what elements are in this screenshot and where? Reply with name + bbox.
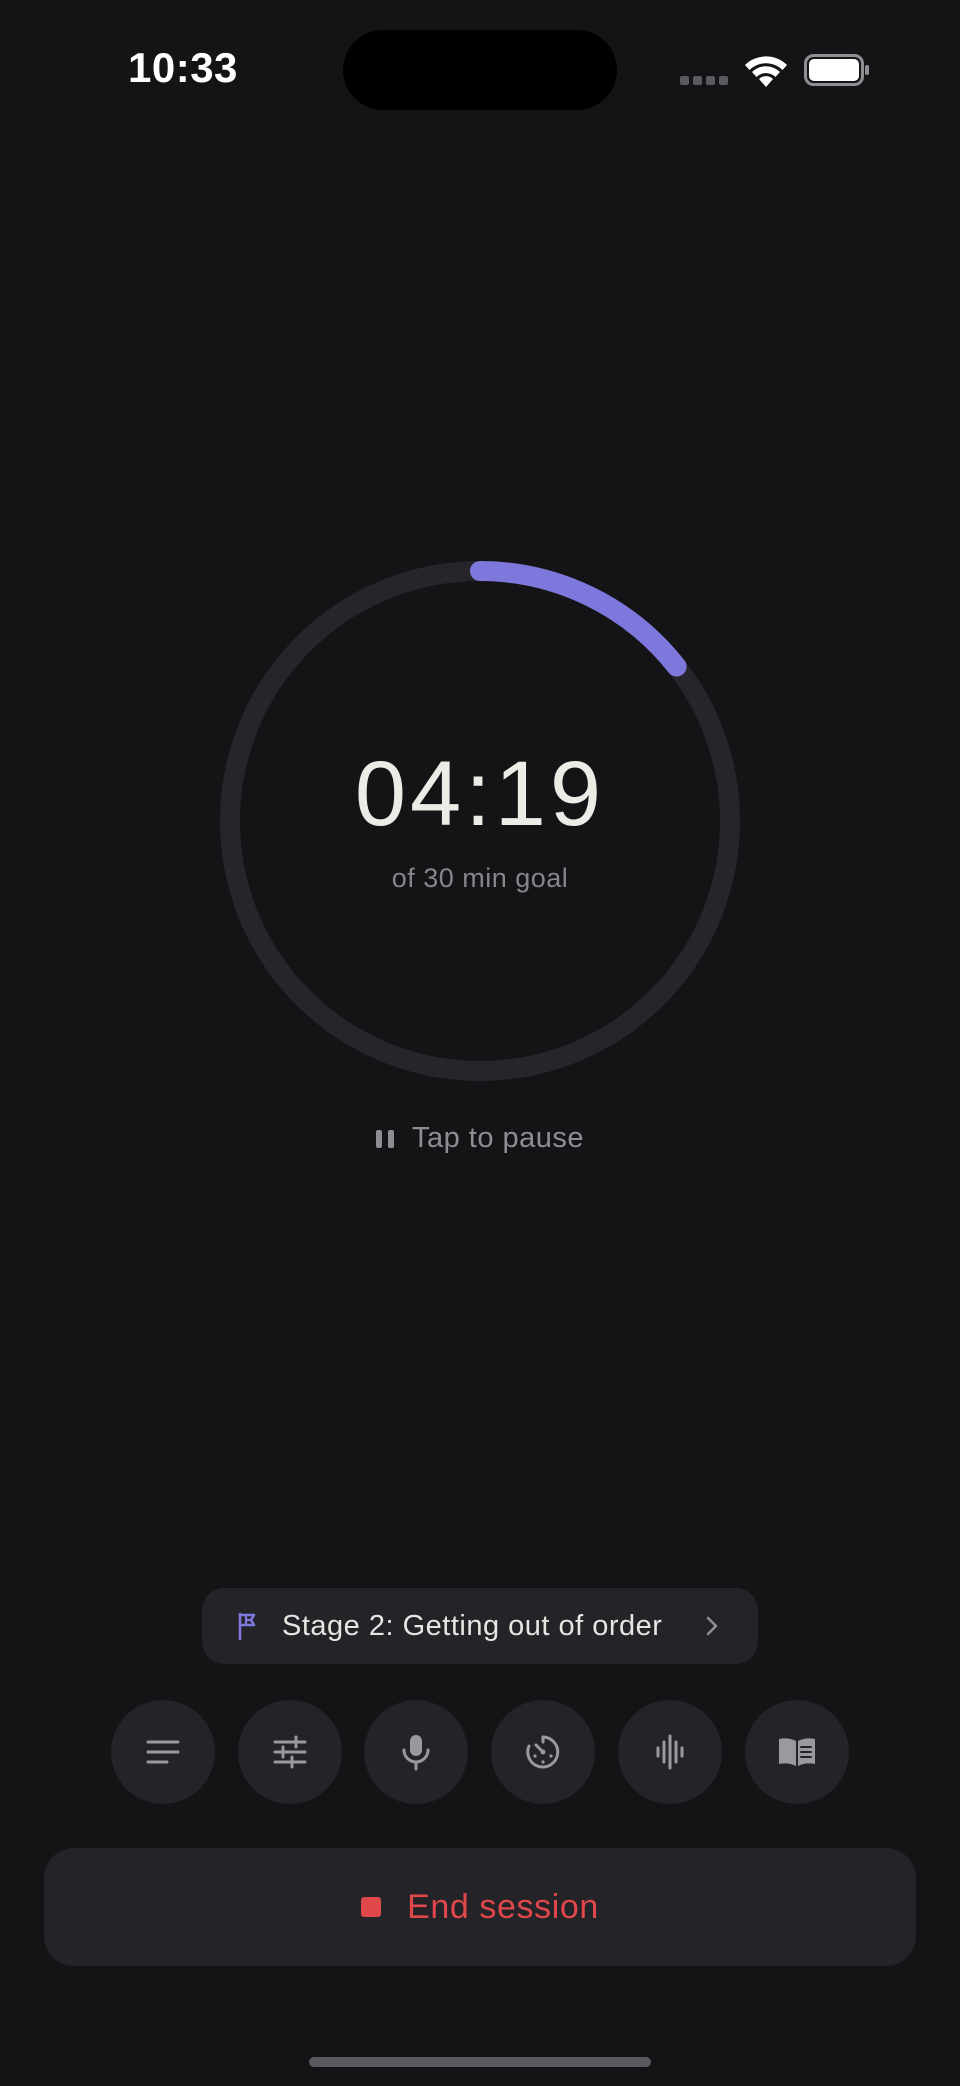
- lines-icon: [146, 1740, 180, 1764]
- status-time: 10:33: [128, 44, 238, 91]
- pause-icon: [375, 1129, 394, 1149]
- notes-button[interactable]: [111, 1700, 215, 1804]
- timer-ring[interactable]: 04:19 of 30 min goal: [218, 559, 742, 1083]
- audio-button[interactable]: [618, 1700, 722, 1804]
- end-session-label: End session: [407, 1887, 599, 1926]
- dynamic-island: [343, 30, 617, 110]
- microphone-icon: [402, 1735, 430, 1771]
- timer-screen: 10:33 04:19 of 30 min goal Tap to pause …: [0, 0, 960, 2086]
- stage-label: Stage 2: Getting out of order: [282, 1609, 663, 1642]
- flag-icon: [238, 1612, 256, 1641]
- timer-dial-icon: [526, 1735, 560, 1769]
- sliders-icon: [273, 1735, 307, 1769]
- pause-label: Tap to pause: [411, 1122, 585, 1154]
- cellular-signal-icon: [680, 76, 728, 86]
- chevron-right-icon: [706, 1616, 718, 1636]
- guide-button[interactable]: [745, 1700, 849, 1804]
- elapsed-time: 04:19: [354, 743, 606, 845]
- waveform-icon: [656, 1734, 684, 1770]
- stage-button[interactable]: Stage 2: Getting out of order: [202, 1588, 758, 1664]
- battery-icon: [804, 54, 869, 86]
- adjustments-button[interactable]: [238, 1700, 342, 1804]
- stop-square-icon: [361, 1897, 382, 1917]
- interval-button[interactable]: [491, 1700, 595, 1804]
- open-book-icon: [779, 1738, 815, 1766]
- wifi-icon: [745, 56, 787, 87]
- home-indicator[interactable]: [309, 2057, 651, 2067]
- pause-toggle[interactable]: Tap to pause: [0, 1122, 960, 1155]
- end-session-button[interactable]: End session: [44, 1848, 916, 1966]
- tool-row: [111, 1700, 849, 1804]
- record-button[interactable]: [364, 1700, 468, 1804]
- goal-caption: of 30 min goal: [391, 863, 569, 893]
